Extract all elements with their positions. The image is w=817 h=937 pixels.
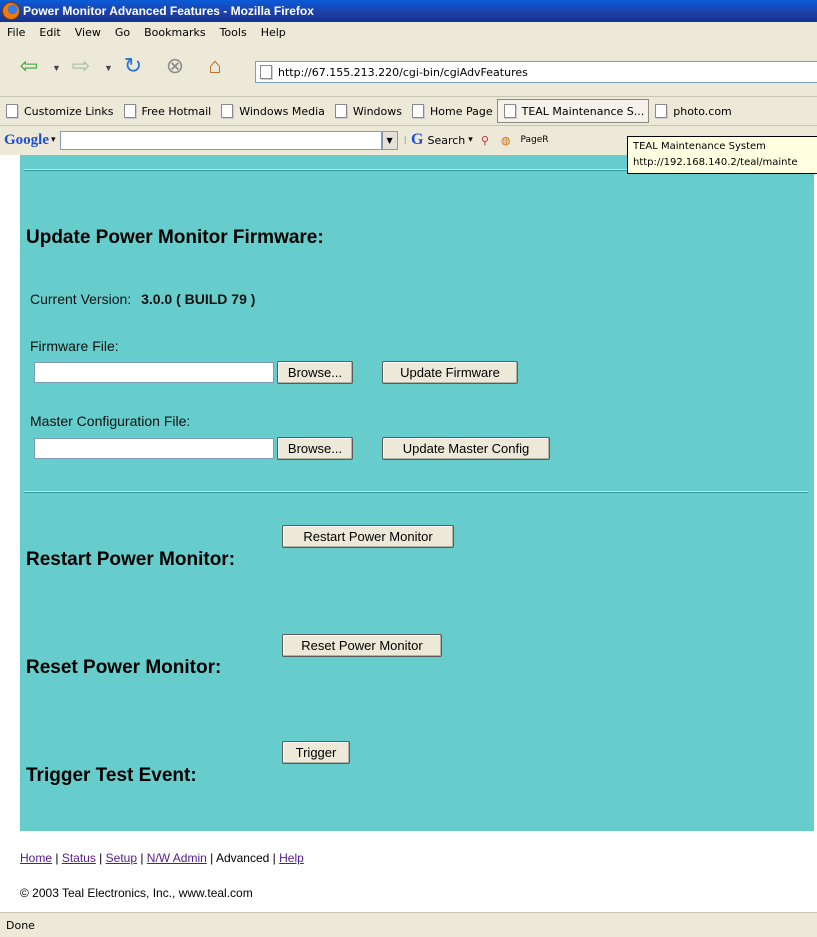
popup-blocker-icon[interactable]: ◍ — [501, 134, 511, 147]
forward-dropdown-icon[interactable]: ▼ — [104, 63, 113, 73]
firmware-file-label: Firmware File: — [30, 338, 119, 354]
navigation-toolbar: ⇦ ▼ ⇨ ▼ ↻ ⊗ ⌂ http://67.155.213.220/cgi-… — [0, 42, 817, 97]
firmware-heading: Update Power Monitor Firmware: — [26, 227, 324, 248]
page-content: Update Power Monitor Firmware: Current V… — [0, 155, 817, 912]
tooltip-title: TEAL Maintenance System — [633, 141, 766, 152]
footer-nav: Home | Status | Setup | N/W Admin | Adva… — [20, 851, 304, 865]
url-text: http://67.155.213.220/cgi-bin/cgiAdvFeat… — [278, 65, 528, 79]
firefox-logo-icon — [2, 2, 20, 20]
footer-separator: | — [52, 851, 62, 865]
page-icon — [260, 65, 272, 79]
footer-link-nw-admin[interactable]: N/W Admin — [147, 851, 207, 865]
bookmark-customize-links[interactable]: Customize Links — [0, 100, 118, 122]
google-search-button[interactable]: Search — [427, 134, 465, 147]
footer-separator: | — [137, 851, 147, 865]
bookmark-windows[interactable]: Windows — [329, 100, 406, 122]
menu-help[interactable]: Help — [254, 26, 293, 39]
google-search-dropdown-icon[interactable]: ▼ — [381, 130, 398, 150]
window-title: Power Monitor Advanced Features - Mozill… — [23, 4, 314, 18]
restart-power-monitor-button[interactable]: Restart Power Monitor — [282, 525, 454, 548]
google-logo-text: Google — [4, 131, 49, 148]
search-dropdown-icon[interactable]: ▾ — [468, 135, 473, 145]
bookmark-label: Windows — [352, 104, 402, 118]
bookmark-label: Windows Media — [239, 104, 325, 118]
google-search-input[interactable] — [59, 130, 382, 150]
bookmark-teal-maintenance[interactable]: TEAL Maintenance S... — [496, 99, 650, 123]
search-site-icon[interactable]: ⚲ — [481, 134, 489, 147]
reset-heading: Reset Power Monitor: — [26, 657, 222, 678]
home-icon[interactable]: ⌂ — [200, 52, 230, 80]
copyright: © 2003 Teal Electronics, Inc., www.teal.… — [20, 886, 253, 900]
footer-link-status[interactable]: Status — [62, 851, 96, 865]
page-icon — [123, 104, 136, 118]
page-icon — [334, 104, 347, 118]
page-icon — [503, 104, 516, 118]
menu-edit[interactable]: Edit — [32, 26, 67, 39]
divider — [24, 491, 808, 493]
menu-go[interactable]: Go — [108, 26, 137, 39]
firmware-browse-button[interactable]: Browse... — [277, 361, 353, 384]
current-version-label-text: Current Version: — [30, 291, 132, 307]
footer-separator: | — [206, 851, 216, 865]
update-master-config-button[interactable]: Update Master Config — [382, 437, 550, 460]
footer-current-advanced: Advanced — [215, 851, 270, 865]
page-icon — [411, 104, 424, 118]
bookmark-label: Customize Links — [24, 104, 114, 118]
bookmark-free-hotmail[interactable]: Free Hotmail — [118, 100, 216, 122]
page-icon — [655, 104, 668, 118]
google-search-g-icon[interactable]: G — [411, 131, 423, 149]
bookmarks-toolbar: Customize Links Free Hotmail Windows Med… — [0, 97, 817, 126]
bookmark-label: photo.com — [673, 104, 732, 118]
page-icon — [221, 104, 234, 118]
footer-link-help[interactable]: Help — [279, 851, 304, 865]
bookmark-label: Home Page — [429, 104, 493, 118]
menu-bookmarks[interactable]: Bookmarks — [137, 26, 212, 39]
master-config-label: Master Configuration File: — [30, 413, 191, 429]
footer-link-setup[interactable]: Setup — [106, 851, 137, 865]
master-config-browse-button[interactable]: Browse... — [277, 437, 353, 460]
status-text: Done — [6, 918, 35, 932]
menu-file[interactable]: File — [0, 26, 32, 39]
toolbar-separator-icon: ⁞ — [403, 133, 408, 147]
trigger-button[interactable]: Trigger — [282, 741, 350, 764]
menu-view[interactable]: View — [68, 26, 108, 39]
back-icon[interactable]: ⇦ — [14, 52, 44, 80]
restart-heading: Restart Power Monitor: — [26, 549, 236, 570]
window-title-bar: Power Monitor Advanced Features - Mozill… — [0, 0, 817, 22]
footer-separator: | — [269, 851, 280, 865]
bookmark-tooltip: TEAL Maintenance System http://192.168.1… — [627, 136, 817, 174]
google-logo[interactable]: Google — [4, 132, 49, 149]
url-bar[interactable]: http://67.155.213.220/cgi-bin/cgiAdvFeat… — [255, 61, 817, 83]
reload-icon[interactable]: ↻ — [118, 52, 148, 80]
menu-bar: File Edit View Go Bookmarks Tools Help — [0, 22, 817, 42]
master-config-input[interactable] — [34, 438, 274, 459]
back-dropdown-icon[interactable]: ▼ — [52, 63, 61, 73]
footer-separator: | — [95, 851, 106, 865]
page-icon — [6, 104, 18, 118]
firmware-file-input[interactable] — [34, 362, 274, 383]
bookmark-label: Free Hotmail — [141, 104, 212, 118]
bookmark-photo-com[interactable]: photo.com — [649, 100, 736, 122]
trigger-heading: Trigger Test Event: — [26, 765, 197, 786]
menu-tools[interactable]: Tools — [213, 26, 254, 39]
bookmark-home-page[interactable]: Home Page — [406, 100, 497, 122]
reset-power-monitor-button[interactable]: Reset Power Monitor — [282, 634, 442, 657]
forward-icon[interactable]: ⇨ — [66, 52, 96, 80]
pagerank-label: PageR — [520, 135, 549, 145]
google-menu-dropdown-icon[interactable]: ▾ — [51, 135, 56, 145]
current-version-label: Current Version: 3.0.0 ( BUILD 79 ) — [30, 291, 255, 307]
current-version-value: 3.0.0 ( BUILD 79 ) — [141, 291, 256, 307]
tooltip-url: http://192.168.140.2/teal/mainte — [633, 157, 798, 168]
bookmark-windows-media[interactable]: Windows Media — [215, 100, 329, 122]
update-firmware-button[interactable]: Update Firmware — [382, 361, 518, 384]
stop-icon[interactable]: ⊗ — [160, 52, 190, 80]
bookmark-label: TEAL Maintenance S... — [521, 104, 645, 118]
footer-link-home[interactable]: Home — [20, 851, 52, 865]
status-bar: Done — [0, 912, 817, 937]
advanced-features-panel: Update Power Monitor Firmware: Current V… — [20, 155, 814, 831]
